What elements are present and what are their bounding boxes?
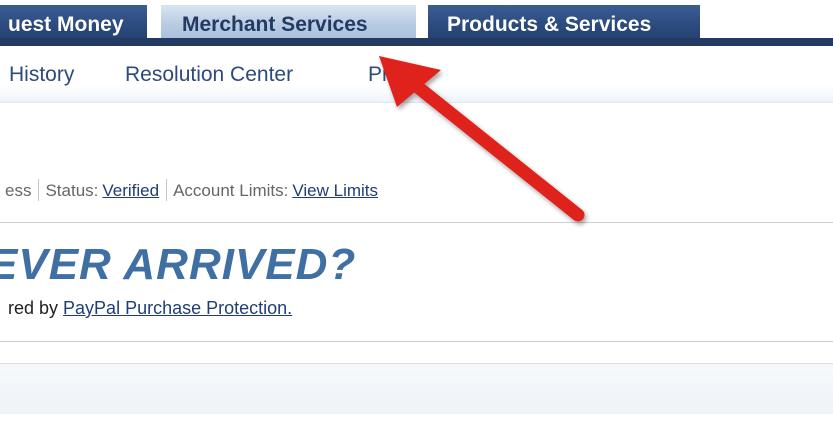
promo-subtitle-prefix: red by (8, 298, 59, 318)
content-panel (0, 364, 833, 414)
view-limits-link[interactable]: View Limits (292, 181, 378, 200)
promo-title: EVER ARRIVED? (0, 240, 357, 289)
subnav-resolution-center[interactable]: Resolution Center (125, 63, 293, 87)
sub-navigation: History Resolution Center Profile (0, 46, 833, 103)
status-separator (38, 179, 40, 201)
tab-bar-rule (0, 38, 833, 46)
account-limits-label: Account Limits: (173, 181, 289, 200)
tab-products-services[interactable]: Products & Services (428, 5, 700, 41)
status-separator (166, 179, 168, 201)
subnav-history[interactable]: History (9, 63, 74, 87)
account-type-text: ess (5, 181, 32, 200)
purchase-protection-link[interactable]: PayPal Purchase Protection. (63, 298, 292, 318)
promo-subtitle: red by PayPal Purchase Protection. (8, 298, 292, 319)
divider (0, 341, 833, 342)
main-tab-bar: uest Money Merchant Services Products & … (0, 0, 833, 46)
status-verified-link[interactable]: Verified (102, 181, 159, 200)
status-label: Status: (45, 181, 99, 200)
tab-request-money[interactable]: uest Money (0, 5, 147, 41)
account-status-bar: ess Status: Verified Account Limits: View Li… (5, 179, 378, 203)
subnav-profile[interactable]: Profile (368, 63, 428, 87)
divider (0, 222, 833, 223)
tab-merchant-services[interactable]: Merchant Services (161, 5, 416, 41)
